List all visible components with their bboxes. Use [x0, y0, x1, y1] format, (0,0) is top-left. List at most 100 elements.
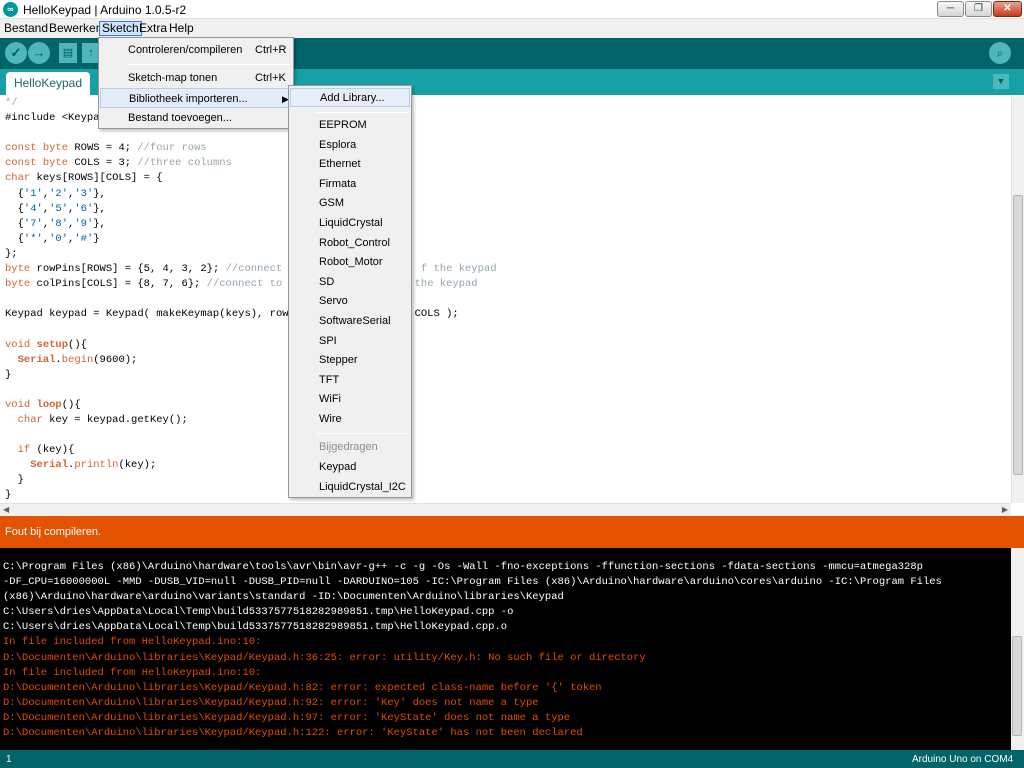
menu-item-verify[interactable]: Controleren/compileren Ctrl+R [100, 40, 292, 60]
console-scroll-thumb[interactable] [1012, 636, 1022, 736]
code-line: void loop(){ [5, 398, 497, 413]
menu-item-add-file[interactable]: Bestand toevoegen... [100, 108, 292, 128]
check-icon: ✓ [10, 45, 22, 60]
code-token: #include <Keypa [5, 112, 100, 125]
code-token: const [5, 142, 37, 155]
menu-item-library-wifi[interactable]: WiFi [290, 390, 410, 409]
console-line: C:\Program Files (x86)\Arduino\hardware\… [3, 561, 923, 573]
menu-item-library-keypad[interactable]: Keypad [290, 458, 410, 477]
status-message: Fout bij compileren. [5, 526, 101, 538]
console-error-line: In file included from HelloKeypad.ino:10… [3, 636, 262, 649]
menu-item-library-liquidcrystal-i2c[interactable]: LiquidCrystal_I2C [290, 478, 410, 497]
code-token: ROWS = 4; [68, 142, 138, 155]
code-token: if [17, 444, 31, 457]
menu-header-contributed: Bijgedragen [290, 438, 410, 457]
code-text[interactable]: */ #include <Keypa const byte ROWS = 4; //… [5, 96, 497, 503]
arduino-ide-window: ∞ HelloKeypad | Arduino 1.0.5-r2 ─ ❐ ✕ B… [0, 0, 1024, 768]
menu-item-library-eeprom[interactable]: EEPROM [290, 116, 410, 135]
code-token: COLS = 3; [68, 157, 138, 170]
menu-bestand[interactable]: Bestand [2, 21, 50, 36]
code-token: { [5, 187, 24, 200]
menu-item-library-robot-motor-label: Robot_Motor [319, 256, 383, 269]
menu-item-library-firmata-label: Firmata [319, 177, 357, 190]
menu-extra[interactable]: Extra [137, 21, 169, 36]
code-line: {'4','5','6'}, [5, 202, 497, 217]
code-line: Keypad keypad = Keypad( makeKeymap(keys)… [5, 307, 497, 322]
code-line: const byte COLS = 3; //three columns [5, 156, 497, 171]
code-token: key = keypad.getKey(); [42, 413, 188, 426]
menu-item-library-sd[interactable]: SD [290, 273, 410, 292]
menu-item-library-tft[interactable]: TFT [290, 371, 410, 390]
console-error-line: D:\Documenten\Arduino\libraries\Keypad/K… [3, 696, 539, 709]
menu-help[interactable]: Help [167, 21, 196, 36]
menu-item-library-ethernet[interactable]: Ethernet [290, 155, 410, 174]
menu-bewerken[interactable]: Bewerken [47, 21, 104, 36]
menu-item-library-spi[interactable]: SPI [290, 332, 410, 351]
code-token: }, [93, 202, 106, 215]
code-token: (){ [68, 338, 87, 351]
sketch-menu: Controleren/compileren Ctrl+R Sketch-map… [98, 37, 294, 129]
menu-item-library-firmata[interactable]: Firmata [290, 175, 410, 194]
menu-item-library-servo[interactable]: Servo [290, 292, 410, 311]
code-token: byte [42, 157, 69, 170]
menu-item-library-esplora[interactable]: Esplora [290, 136, 410, 155]
new-button[interactable]: ▤ [59, 43, 77, 63]
close-button[interactable]: ✕ [993, 1, 1022, 17]
editor-scroll-thumb[interactable] [1013, 195, 1023, 475]
code-token: rowPins[ROWS] = {5, 4, 3, 2}; [30, 263, 226, 276]
serial-monitor-button[interactable]: ⌕ [989, 42, 1011, 64]
menu-item-library-softwareserial-label: SoftwareSerial [319, 315, 391, 327]
menu-item-library-robot-control[interactable]: Robot_Control [290, 234, 410, 253]
code-token: } [5, 474, 24, 487]
menu-item-library-wifi-label: WiFi [319, 393, 341, 406]
menu-item-library-robot-motor[interactable]: Robot_Motor [290, 253, 410, 272]
tab-hellokeypad[interactable]: HelloKeypad [6, 72, 90, 95]
serial-monitor-icon: ⌕ [996, 46, 1004, 60]
code-line: if (key){ [5, 443, 497, 458]
upload-button[interactable]: → [28, 42, 50, 64]
code-token: '2' [49, 187, 69, 200]
menu-item-library-robot-control-label: Robot_Control [319, 236, 390, 249]
code-token: keys[ROWS][COLS] = { [30, 172, 163, 185]
menu-sketch[interactable]: Sketch [99, 21, 142, 36]
menu-item-library-gsm[interactable]: GSM [290, 194, 410, 213]
menu-separator [317, 112, 409, 113]
code-token: '#' [74, 232, 94, 245]
code-token: '3' [74, 187, 94, 200]
code-line: {'1','2','3'}, [5, 187, 497, 202]
menu-item-library-softwareserial[interactable]: SoftwareSerial [290, 312, 410, 331]
scroll-left-icon[interactable]: ◀ [3, 505, 9, 514]
menu-item-add-library[interactable]: Add Library... [290, 88, 410, 107]
code-token: colPins[COLS] = {8, 7, 6}; [30, 278, 207, 291]
code-line: char key = keypad.getKey(); [5, 413, 497, 428]
line-number: 1 [6, 754, 12, 765]
status-bar: Fout bij compileren. [0, 516, 1024, 548]
menu-item-library-wire[interactable]: Wire [290, 410, 410, 429]
maximize-button[interactable]: ❐ [965, 1, 992, 17]
title-bar: ∞ HelloKeypad | Arduino 1.0.5-r2 ─ ❐ ✕ [0, 0, 1024, 19]
editor-vertical-scrollbar[interactable] [1011, 95, 1024, 503]
menu-item-library-stepper[interactable]: Stepper [290, 351, 410, 370]
minimize-button[interactable]: ─ [937, 1, 964, 17]
menu-item-show-sketch-folder[interactable]: Sketch-map tonen Ctrl+K [100, 68, 292, 88]
code-token: //three columns [137, 157, 232, 170]
console-line: (x86)\Arduino\hardware\arduino\variants\… [3, 591, 564, 604]
code-token: '*' [23, 232, 43, 245]
console-scrollbar[interactable] [1011, 548, 1024, 750]
console-output[interactable]: C:\Program Files (x86)\Arduino\hardware\… [0, 548, 1024, 750]
scroll-right-icon[interactable]: ▶ [1002, 505, 1008, 514]
console-line: C:\Users\dries\AppData\Local\Temp\build5… [3, 621, 508, 634]
code-line: void setup(){ [5, 338, 497, 353]
verify-button[interactable]: ✓ [5, 42, 27, 64]
menu-item-import-library[interactable]: Bibliotheek importeren... ▶ [100, 88, 292, 108]
tab-menu-button[interactable]: ▼ [993, 74, 1009, 89]
menu-item-library-stepper-label: Stepper [319, 354, 358, 367]
editor-horizontal-scrollbar[interactable]: ◀ ▶ [0, 503, 1011, 516]
menu-item-library-eeprom-label: EEPROM [319, 119, 367, 131]
console-line: C:\Users\dries\AppData\Local\Temp\build5… [3, 606, 514, 619]
code-token: Serial [17, 353, 56, 366]
code-editor[interactable]: */ #include <Keypa const byte ROWS = 4; //… [0, 95, 1024, 503]
menu-item-library-liquidcrystal[interactable]: LiquidCrystal [290, 214, 410, 233]
code-token: begin [61, 353, 94, 366]
